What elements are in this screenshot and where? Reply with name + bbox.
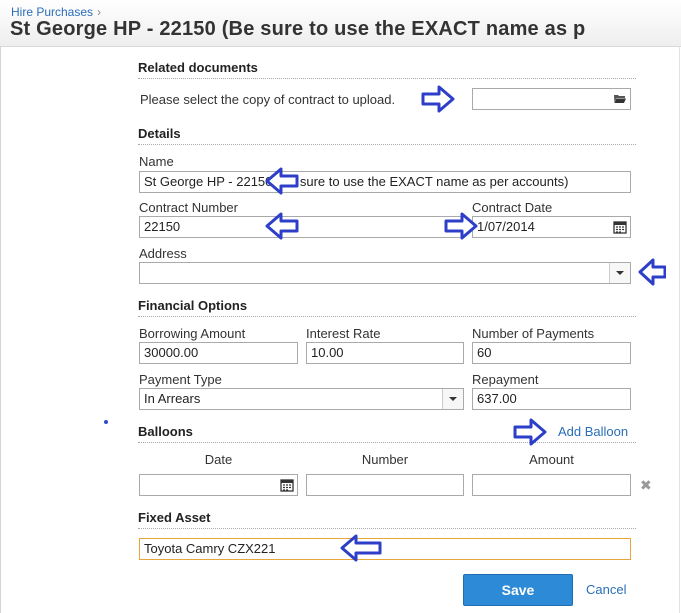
payment-type-dropdown-button[interactable] xyxy=(442,389,463,409)
calendar-icon[interactable] xyxy=(613,220,627,234)
arrow-right-icon xyxy=(513,418,547,446)
fixed-asset-field[interactable]: Toyota Camry CZX221 xyxy=(139,538,631,560)
arrow-left-icon xyxy=(265,167,299,195)
interest-rate-label: Interest Rate xyxy=(306,326,381,341)
address-label: Address xyxy=(139,246,187,261)
cancel-link[interactable]: Cancel xyxy=(586,582,626,597)
breadcrumb: Hire Purchases › xyxy=(11,5,101,19)
section-heading-fixed-asset: Fixed Asset xyxy=(138,510,211,525)
number-of-payments-field[interactable]: 60 xyxy=(472,342,631,364)
right-border xyxy=(679,46,680,613)
arrow-left-icon xyxy=(265,212,299,240)
chevron-down-icon xyxy=(449,397,457,401)
remove-balloon-icon[interactable]: ✖ xyxy=(640,477,652,494)
section-divider xyxy=(138,144,636,145)
payment-type-value: In Arrears xyxy=(144,391,201,406)
balloon-date-field[interactable] xyxy=(139,474,298,496)
contract-number-field[interactable]: 22150 xyxy=(139,216,464,238)
section-heading-related-documents: Related documents xyxy=(138,60,258,75)
breadcrumb-separator: › xyxy=(97,5,102,19)
arrow-left-icon xyxy=(340,534,382,562)
address-select[interactable] xyxy=(139,262,631,284)
balloons-column-header: Date xyxy=(204,452,233,467)
borrowing-amount-field[interactable]: 30000.00 xyxy=(139,342,298,364)
upload-prompt: Please select the copy of contract to up… xyxy=(140,92,396,107)
section-heading-details: Details xyxy=(138,126,181,141)
balloon-number-field[interactable] xyxy=(306,474,464,496)
interest-rate-field[interactable]: 10.00 xyxy=(306,342,464,364)
section-divider xyxy=(138,78,636,79)
payment-type-label: Payment Type xyxy=(139,372,222,387)
arrow-left-icon xyxy=(638,258,666,286)
section-divider xyxy=(138,528,636,529)
left-border xyxy=(0,46,1,613)
stray-dot xyxy=(104,420,108,424)
section-divider xyxy=(138,442,636,443)
page-title: St George HP - 22150 (Be sure to use the… xyxy=(10,18,585,40)
contract-date-value: 1/07/2014 xyxy=(477,219,535,234)
balloon-amount-field[interactable] xyxy=(472,474,631,496)
calendar-icon[interactable] xyxy=(280,478,294,492)
number-of-payments-label: Number of Payments xyxy=(472,326,595,341)
address-dropdown-button[interactable] xyxy=(609,263,630,283)
contract-date-label: Contract Date xyxy=(472,200,553,215)
page-header: Hire Purchases › St George HP - 22150 (Be… xyxy=(0,0,681,47)
borrowing-amount-label: Borrowing Amount xyxy=(139,326,246,341)
name-field[interactable]: St George HP - 22150 (Be sure to use the… xyxy=(139,171,631,193)
chevron-down-icon xyxy=(616,271,624,275)
save-button[interactable]: Save xyxy=(463,574,573,606)
section-heading-financial-options: Financial Options xyxy=(138,298,248,313)
add-balloon-link[interactable]: Add Balloon xyxy=(558,424,628,439)
breadcrumb-link-hire-purchases[interactable]: Hire Purchases xyxy=(11,5,93,19)
repayment-label: Repayment xyxy=(472,372,539,387)
payment-type-select[interactable]: In Arrears xyxy=(139,388,464,410)
folder-open-icon[interactable] xyxy=(613,92,627,106)
arrow-right-icon xyxy=(444,212,478,240)
arrow-right-icon xyxy=(421,85,455,113)
balloons-column-header: Amount xyxy=(529,452,574,467)
repayment-field[interactable]: 637.00 xyxy=(472,388,631,410)
contract-number-label: Contract Number xyxy=(139,200,238,215)
contract-date-field[interactable]: 1/07/2014 xyxy=(472,216,631,238)
name-label: Name xyxy=(139,154,174,169)
section-divider xyxy=(138,316,636,317)
balloons-column-header: Number xyxy=(361,452,409,467)
section-heading-balloons: Balloons xyxy=(138,424,193,439)
contract-file-input[interactable] xyxy=(472,88,631,110)
